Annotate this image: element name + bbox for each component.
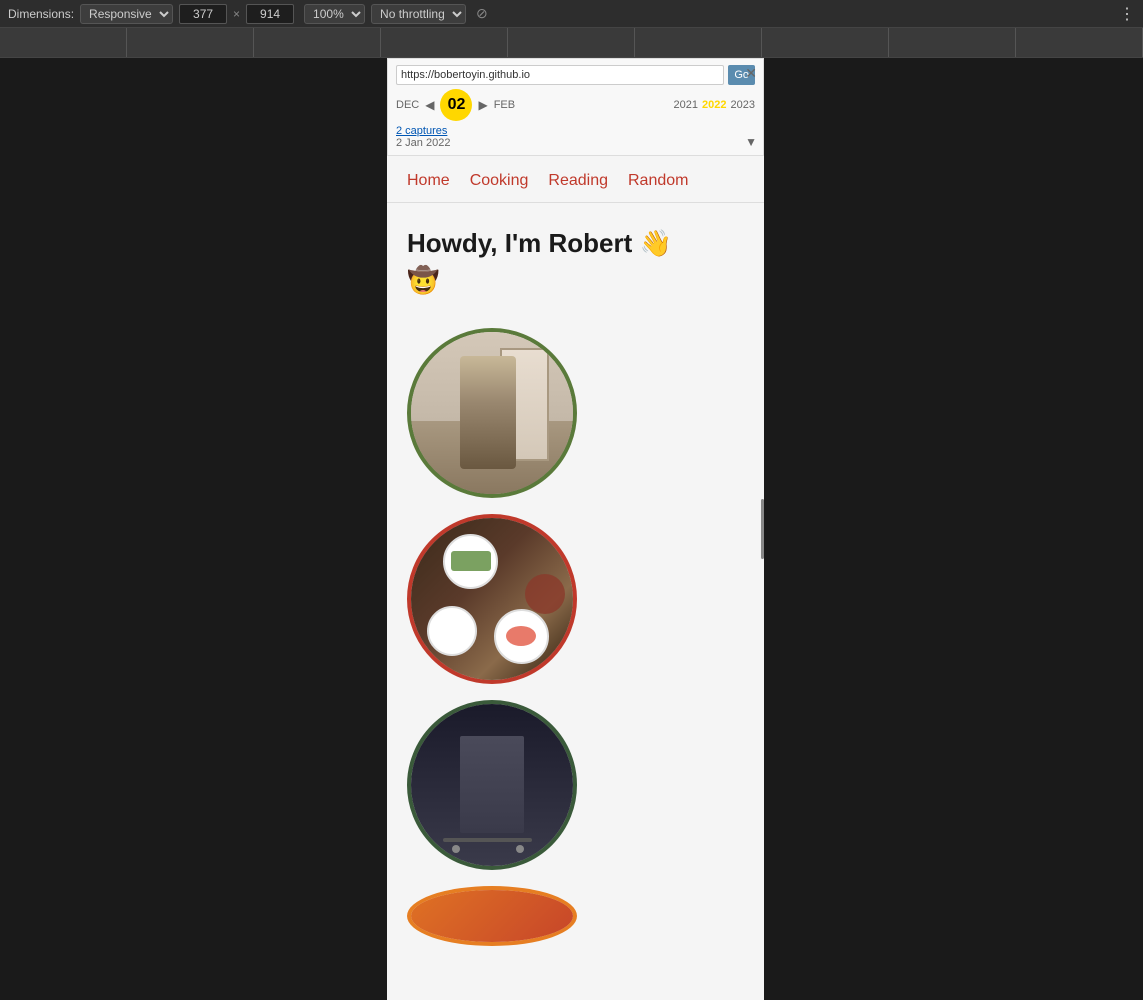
wayback-captures: 2 captures 2 Jan 2022 [396,125,755,149]
dimensions-label: Dimensions: [8,7,74,21]
food-plate-3 [494,609,549,664]
width-input[interactable] [179,4,227,24]
wayback-top-row: Go ✕ [396,65,755,85]
site-subtitle: 🤠 [407,265,744,296]
prev-arrow-icon[interactable]: ◀ [425,98,434,112]
food-item-3 [506,626,536,646]
captures-link[interactable]: 2 captures [396,125,447,137]
tab-9[interactable] [1016,28,1143,58]
right-panel [764,58,1143,1000]
prev-month-label: DEC [396,99,419,111]
block-icon: ⊘ [476,5,488,22]
wayback-bar: Go ✕ DEC ◀ 02 ▶ FEB 2021 2022 2023 ▼ 2 c [387,58,764,156]
dev-tools-toolbar: Dimensions: Responsive × 100% No throttl… [0,0,1143,28]
food-bowl [525,574,565,614]
height-input[interactable] [246,4,294,24]
wayback-dropdown-icon[interactable]: ▼ [745,135,757,149]
food-item-1 [451,551,491,571]
tab-2[interactable] [127,28,254,58]
captures-date: 2 Jan 2022 [396,137,450,149]
more-options-button[interactable]: ⋮ [1119,4,1135,24]
food-circle-image [407,514,577,684]
tab-8[interactable] [889,28,1016,58]
browser-content: Go ✕ DEC ◀ 02 ▶ FEB 2021 2022 2023 ▼ 2 c [387,58,764,1000]
site-title-text: Howdy, I'm Robert 👋 [407,228,672,258]
fourth-circle-image [407,886,577,946]
site-navigation: Home Cooking Reading Random [387,156,764,203]
skateboard-image-bg [411,704,573,866]
tab-1[interactable] [0,28,127,58]
skateboard-deck [443,838,532,842]
next-year-label: 2023 [731,99,755,111]
responsive-select[interactable]: Responsive [80,4,173,24]
skateboard-wheel-2 [516,845,524,853]
wayback-calendar-row: DEC ◀ 02 ▶ FEB 2021 2022 2023 ▼ [396,89,755,121]
next-arrow-icon[interactable]: ▶ [478,98,487,112]
person-circle-image [407,328,577,498]
person-image-bg [411,332,573,494]
left-panel [0,58,387,1000]
dimension-separator: × [233,7,240,21]
food-plate-2 [427,606,477,656]
current-date-circle: 02 [440,89,472,121]
wayback-close-button[interactable]: ✕ [745,65,757,82]
wayback-url-input[interactable] [396,65,724,85]
skate-figure [460,736,525,833]
circle-images-container [387,312,764,962]
tab-6[interactable] [635,28,762,58]
skateboard-circle-image [407,700,577,870]
tab-4[interactable] [381,28,508,58]
year-labels: 2021 2022 2023 [674,99,755,111]
tab-bar [0,28,1143,58]
food-image-bg [411,518,573,680]
current-year-label: 2022 [702,99,726,111]
current-day-number: 02 [448,96,466,114]
room-person [460,356,517,469]
site-title: Howdy, I'm Robert 👋 [407,227,744,261]
zoom-select[interactable]: 100% [304,4,365,24]
scrollbar-indicator[interactable] [761,499,764,559]
food-plate-1 [443,534,498,589]
throttle-select[interactable]: No throttling [371,4,466,24]
main-area: Go ✕ DEC ◀ 02 ▶ FEB 2021 2022 2023 ▼ 2 c [0,58,1143,1000]
prev-year-label: 2021 [674,99,698,111]
site-content[interactable]: Home Cooking Reading Random Howdy, I'm R… [387,156,764,1000]
nav-reading-link[interactable]: Reading [548,172,608,190]
skateboard-wheel-1 [452,845,460,853]
tab-5[interactable] [508,28,635,58]
site-hero: Howdy, I'm Robert 👋 🤠 [387,203,764,312]
next-month-label: FEB [494,99,515,111]
nav-home-link[interactable]: Home [407,172,450,190]
nav-cooking-link[interactable]: Cooking [470,172,529,190]
tab-3[interactable] [254,28,381,58]
nav-random-link[interactable]: Random [628,172,688,190]
fourth-image-bg [411,886,573,946]
tab-7[interactable] [762,28,889,58]
